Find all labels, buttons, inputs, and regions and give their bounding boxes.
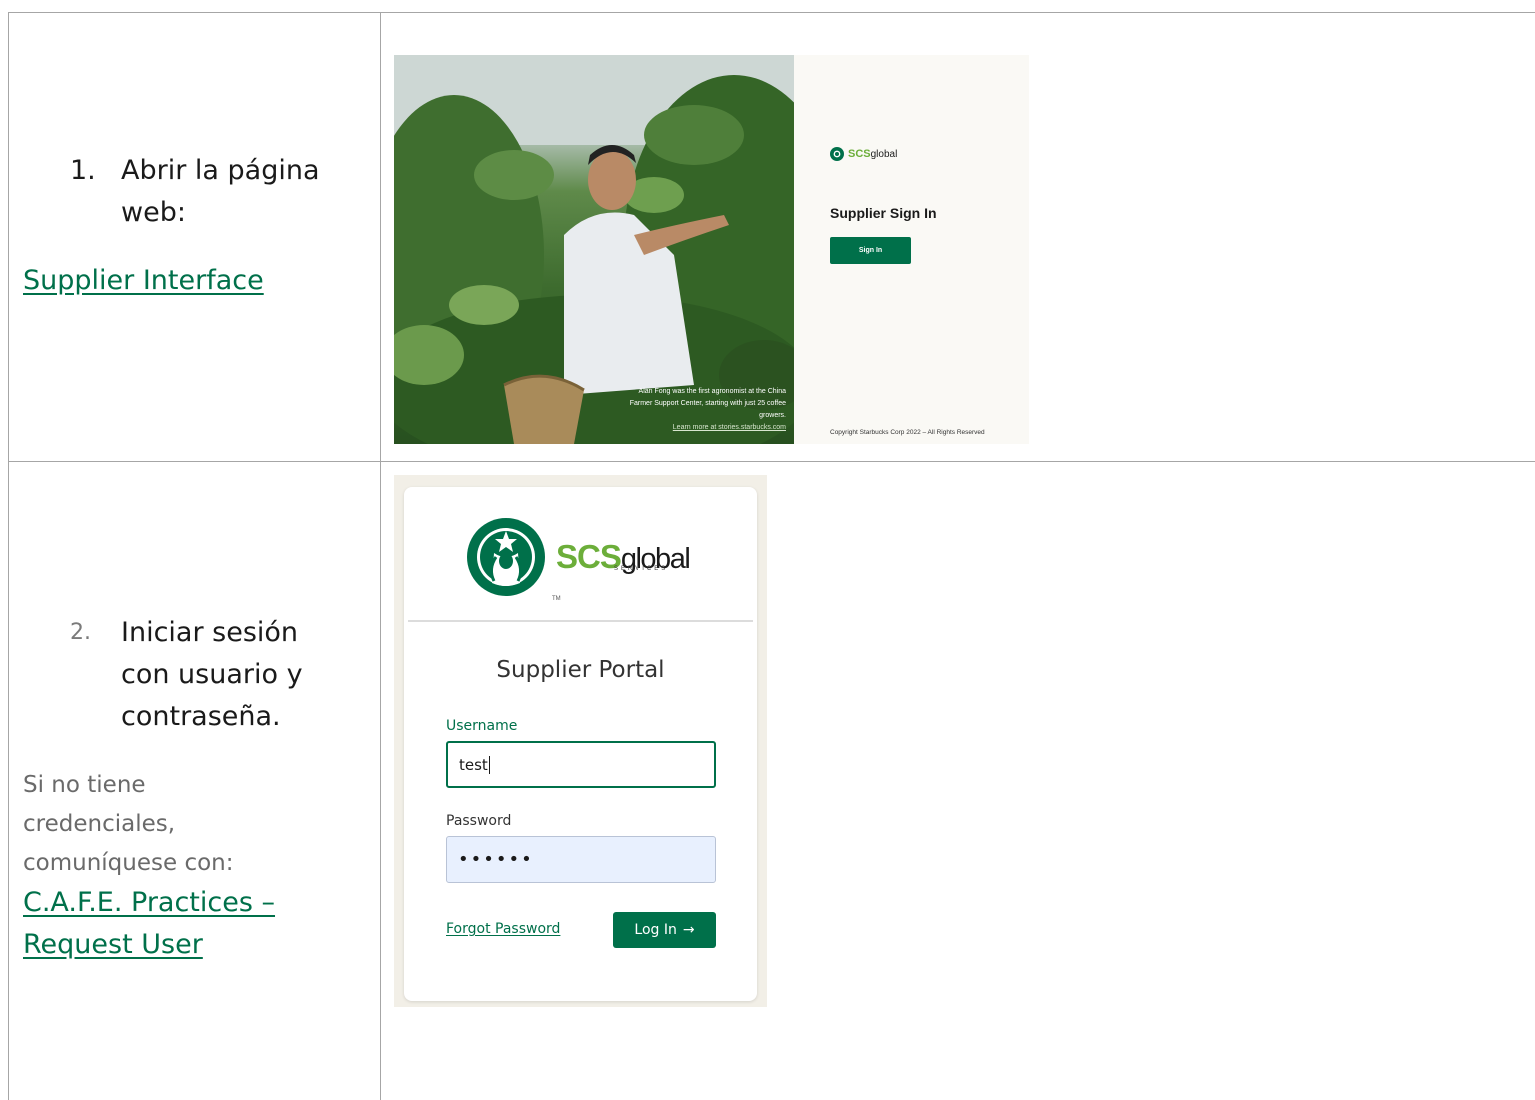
log-in-label: Log In: [634, 922, 677, 938]
photo-caption: Alan Fong was the first agronomist at th…: [626, 386, 786, 434]
logo-scs-text: SCS: [556, 538, 622, 575]
step-1-number: 1.: [70, 155, 96, 186]
table-border-left: [8, 12, 9, 1100]
table-column-divider: [380, 12, 381, 1100]
starbucks-siren-logo-icon: [830, 147, 844, 161]
step-1: 1. Abrir la página web:: [70, 150, 370, 240]
sign-in-button[interactable]: Sign In: [830, 237, 911, 264]
table-row-divider: [8, 461, 1535, 462]
step-2-text: Iniciar sesión con usuario y contraseña.: [121, 617, 303, 732]
arrow-right-icon: →: [682, 922, 695, 938]
starbucks-siren-logo-icon: [467, 518, 545, 596]
username-label: Username: [446, 718, 518, 734]
scs-global-logo: SCSglobal SERVICES TM: [466, 517, 691, 602]
forgot-password-link[interactable]: Forgot Password: [446, 921, 560, 937]
scs-global-logo-small: SCSglobal: [830, 147, 897, 161]
cafe-practices-request-user-link[interactable]: C.A.F.E. Practices – Request User: [23, 882, 323, 966]
step-2: 2. Iniciar sesión con usuario y contrase…: [70, 612, 370, 742]
username-input[interactable]: test: [446, 741, 716, 788]
password-input[interactable]: ••••••: [446, 836, 716, 883]
supplier-sign-in-title: Supplier Sign In: [830, 205, 937, 221]
logo-services-text: SERVICES: [614, 566, 669, 572]
coffee-farmer-photo: Alan Fong was the first agronomist at th…: [394, 55, 794, 444]
table-border-top: [8, 12, 1535, 13]
copyright-text: Copyright Starbucks Corp 2022 – All Righ…: [830, 429, 985, 436]
login-card: SCSglobal SERVICES TM Supplier Portal Us…: [404, 487, 757, 1001]
supplier-interface-link[interactable]: Supplier Interface: [23, 260, 264, 302]
scs-global-wordmark-small: SCSglobal: [848, 148, 897, 160]
text-caret: [488, 755, 490, 774]
password-label: Password: [446, 813, 512, 829]
supplier-portal-login-screenshot: SCSglobal SERVICES TM Supplier Portal Us…: [394, 475, 767, 1007]
photo-caption-text: Alan Fong was the first agronomist at th…: [629, 388, 786, 419]
no-credentials-note: Si no tiene credenciales, comuníquese co…: [23, 772, 234, 876]
sign-in-panel: SCSglobal Supplier Sign In Sign In Copyr…: [794, 55, 1029, 444]
logo-trademark: TM: [552, 596, 561, 602]
header-divider: [408, 620, 753, 622]
step-2-number: 2.: [70, 620, 91, 645]
logo-scs-text: SCS: [848, 148, 871, 160]
photo-caption-link[interactable]: Learn more at stories.starbucks.com: [673, 424, 786, 431]
log-in-button[interactable]: Log In →: [613, 912, 716, 948]
step-1-text: Abrir la página web:: [121, 155, 320, 228]
username-value: test: [459, 755, 488, 774]
sign-in-page-screenshot: Alan Fong was the first agronomist at th…: [394, 55, 1029, 444]
logo-global-text: global: [870, 149, 898, 160]
supplier-portal-title: Supplier Portal: [496, 657, 665, 683]
